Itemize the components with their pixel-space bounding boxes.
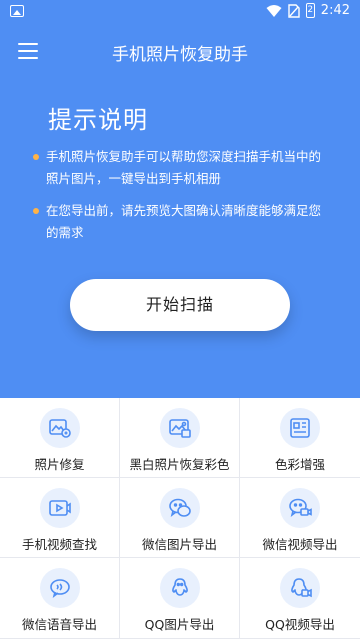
feature-grid: 照片修复 黑白照片恢复彩色 色彩增强 手机视频查找 微信图片导出 微信视频导出 …: [0, 398, 360, 639]
qq-image-export-icon: [172, 578, 188, 596]
app-bar: 手机照片恢复助手: [0, 24, 360, 80]
tip-line: 在您导出前，请先预览大图确认清晰度能够满足您: [46, 203, 322, 218]
wifi-icon: [266, 4, 282, 17]
video-find-icon: [49, 500, 71, 516]
feature-qq-image-export[interactable]: QQ图片导出: [120, 558, 240, 639]
tip-line: 照片图片，一键导出到手机相册: [46, 171, 222, 186]
header-panel: 2 2:42 手机照片恢复助手 提示说明 手机照片恢复助手可以帮助您深度扫描手机…: [0, 0, 360, 398]
feature-label: 照片修复: [34, 457, 85, 472]
battery-icon: 2: [305, 3, 315, 18]
feature-label: 微信图片导出: [141, 537, 217, 552]
feature-color-enhance[interactable]: 色彩增强: [240, 398, 360, 478]
feature-bw-to-color[interactable]: 黑白照片恢复彩色: [120, 398, 240, 478]
wechat-video-export-icon: [289, 498, 312, 517]
tip-item: 在您导出前，请先预览大图确认清晰度能够满足您 的需求: [33, 200, 346, 244]
bullet-dot: [33, 154, 39, 160]
feature-video-find[interactable]: 手机视频查找: [0, 478, 120, 558]
color-enhance-icon: [290, 418, 310, 438]
clock: 2:42: [320, 3, 350, 18]
feature-label: QQ视频导出: [265, 617, 335, 632]
tip-line: 的需求: [46, 225, 84, 240]
wechat-voice-export-icon: [50, 579, 70, 598]
tips-heading: 提示说明: [48, 106, 148, 134]
no-sim-icon: [288, 3, 300, 18]
feature-label: 黑白照片恢复彩色: [129, 457, 230, 472]
bw-to-color-icon: [169, 419, 191, 438]
feature-label: QQ图片导出: [144, 617, 215, 632]
bullet-dot: [33, 208, 39, 214]
battery-level: 2: [307, 5, 314, 15]
tip-line: 手机照片恢复助手可以帮助您深度扫描手机当中的: [46, 149, 322, 164]
status-bar: 2 2:42: [0, 0, 360, 24]
feature-label: 微信视频导出: [262, 537, 338, 552]
feature-label: 微信语音导出: [21, 617, 97, 632]
feature-wechat-image-export[interactable]: 微信图片导出: [120, 478, 240, 558]
photo-repair-icon: [49, 419, 71, 438]
feature-label: 色彩增强: [274, 457, 325, 472]
feature-photo-repair[interactable]: 照片修复: [0, 398, 120, 478]
feature-label: 手机视频查找: [21, 537, 97, 552]
qq-video-export-icon: [291, 578, 312, 598]
gallery-notification-icon: [10, 5, 24, 17]
wechat-image-export-icon: [169, 498, 191, 517]
feature-wechat-video-export[interactable]: 微信视频导出: [240, 478, 360, 558]
start-scan-button[interactable]: 开始扫描: [70, 279, 290, 331]
feature-qq-video-export[interactable]: QQ视频导出: [240, 558, 360, 639]
app-title: 手机照片恢复助手: [112, 45, 248, 65]
feature-wechat-voice-export[interactable]: 微信语音导出: [0, 558, 120, 639]
tip-item: 手机照片恢复助手可以帮助您深度扫描手机当中的 照片图片，一键导出到手机相册: [33, 146, 346, 190]
